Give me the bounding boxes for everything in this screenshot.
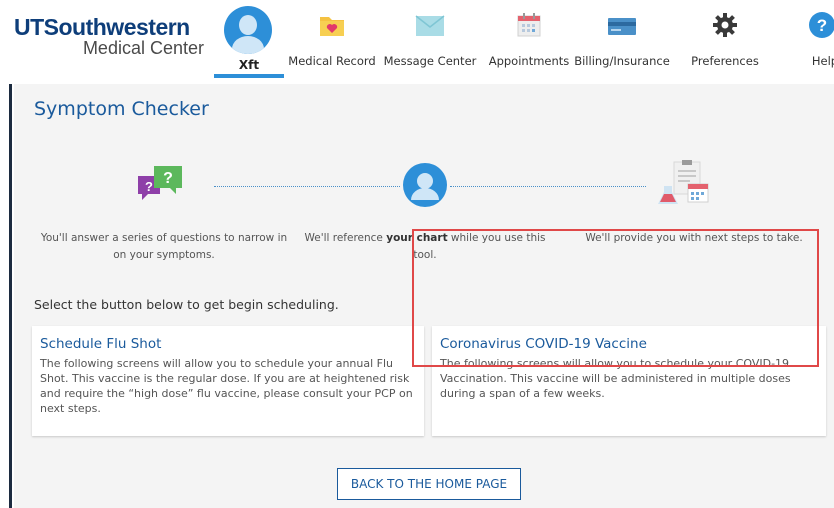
- top-header: UTSouthwestern Medical Center Xft Medica…: [0, 0, 834, 80]
- covid-vaccine-card[interactable]: Coronavirus COVID-19 Vaccine The followi…: [432, 326, 826, 436]
- nav-help-label: Help: [811, 54, 834, 68]
- user-avatar-icon: [402, 162, 448, 213]
- step-2-text-before: We'll reference: [304, 232, 387, 244]
- nav-billing-insurance[interactable]: Billing/Insurance: [574, 0, 670, 78]
- main-panel: Symptom Checker ? ? You'll answer a seri…: [14, 84, 834, 508]
- gear-icon: [710, 10, 740, 45]
- step-1-text: You'll answer a series of questions to n…: [40, 232, 288, 261]
- nav-preferences[interactable]: Preferences: [682, 0, 768, 78]
- help-icon: ?: [807, 10, 834, 45]
- card-title[interactable]: Schedule Flu Shot: [40, 336, 161, 352]
- nav-user[interactable]: Xft: [214, 0, 284, 78]
- nav-appointments[interactable]: Appointments: [482, 0, 576, 78]
- step-connector-line: [214, 186, 400, 187]
- step-3-text: We'll provide you with next steps to tak…: [585, 232, 803, 244]
- page-title: Symptom Checker: [34, 98, 209, 120]
- left-edge: [0, 84, 14, 508]
- logo-line2: Medical Center: [82, 38, 204, 58]
- question-bubbles-icon: ? ?: [134, 162, 190, 209]
- calendar-icon: [514, 10, 544, 45]
- nav-message-center[interactable]: Message Center: [378, 0, 482, 78]
- nav-medical-record-label: Medical Record: [288, 54, 376, 68]
- clipboard-calendar-icon: [658, 158, 716, 215]
- back-to-home-button[interactable]: BACK TO THE HOME PAGE: [337, 468, 521, 500]
- card-description: The following screens will allow you to …: [40, 357, 413, 415]
- logo-line1: UTSouthwestern: [14, 14, 190, 40]
- medical-record-icon: [317, 10, 347, 45]
- svg-text:?: ?: [817, 16, 827, 35]
- envelope-icon: [414, 10, 446, 45]
- utsw-logo[interactable]: UTSouthwestern Medical Center: [14, 14, 214, 58]
- nav-appointments-label: Appointments: [488, 54, 570, 68]
- nav-preferences-label: Preferences: [691, 54, 759, 68]
- select-prompt: Select the button below to get begin sch…: [34, 297, 339, 312]
- svg-text:?: ?: [145, 179, 153, 194]
- step-connector-line: [450, 186, 646, 187]
- step-2-text-bold: your chart: [386, 232, 448, 244]
- schedule-flu-shot-card[interactable]: Schedule Flu Shot The following screens …: [32, 326, 424, 436]
- active-tab-underline: [214, 74, 284, 78]
- user-avatar-icon: [224, 6, 272, 54]
- nav-message-center-label: Message Center: [383, 54, 477, 68]
- step-2-text: We'll reference your chart while you use…: [300, 230, 550, 264]
- nav-help[interactable]: ? Help: [800, 0, 834, 78]
- card-title[interactable]: Coronavirus COVID-19 Vaccine: [440, 336, 647, 352]
- card-description: The following screens will allow you to …: [440, 357, 791, 400]
- svg-text:?: ?: [163, 170, 173, 187]
- credit-card-icon: [606, 10, 638, 45]
- nav-user-label: Xft: [238, 58, 260, 72]
- nav-billing-insurance-label: Billing/Insurance: [574, 54, 670, 68]
- nav-medical-record[interactable]: Medical Record: [286, 0, 378, 78]
